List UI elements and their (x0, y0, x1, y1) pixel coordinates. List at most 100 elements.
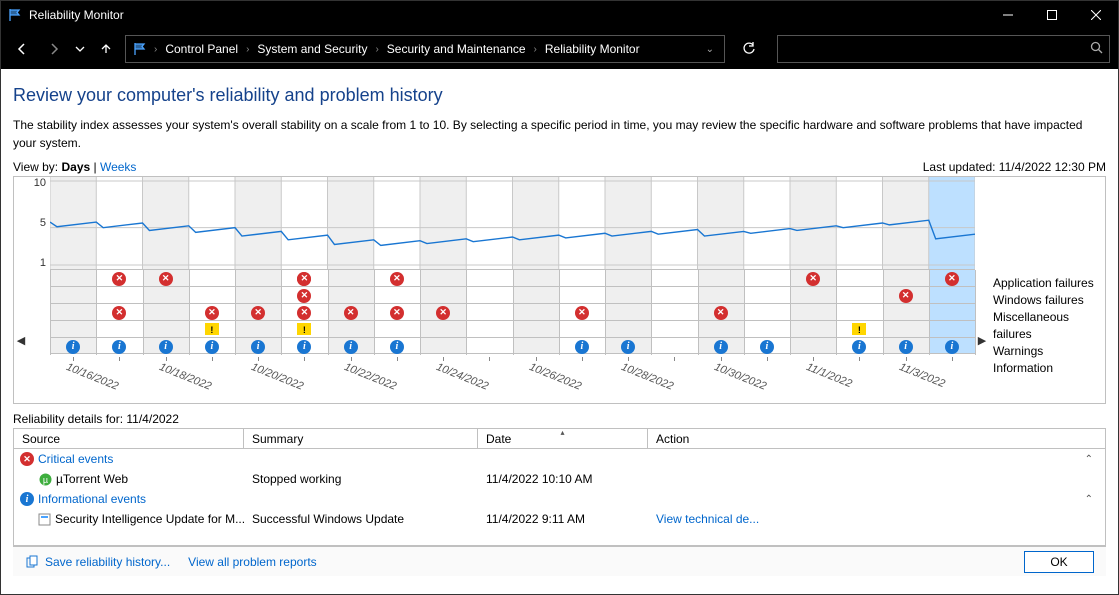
breadcrumb[interactable]: › Control Panel › System and Security › … (125, 35, 725, 63)
info-event-icon[interactable] (621, 340, 635, 354)
row-windows-failures (50, 286, 975, 303)
critical-event-icon[interactable] (899, 289, 913, 303)
crumb-control-panel[interactable]: Control Panel (163, 42, 240, 56)
info-event-icon[interactable] (390, 340, 404, 354)
view-row: View by: Days | Weeks Last updated: 11/4… (13, 160, 1106, 174)
cell-source: µTorrent Web (56, 472, 128, 486)
cell-date: 11/4/2022 10:10 AM (478, 472, 648, 486)
critical-event-icon[interactable] (112, 272, 126, 286)
app-flag-icon (7, 7, 23, 23)
breadcrumb-dropdown[interactable]: ⌄ (702, 44, 718, 55)
critical-event-icon[interactable] (297, 272, 311, 286)
info-event-icon[interactable] (251, 340, 265, 354)
info-event-icon[interactable] (297, 340, 311, 354)
col-action[interactable]: Action (648, 429, 1105, 448)
critical-event-icon[interactable] (436, 306, 450, 320)
page-description: The stability index assesses your system… (13, 116, 1106, 152)
svg-text:µ: µ (42, 475, 47, 485)
ok-button[interactable]: OK (1024, 551, 1094, 573)
info-event-icon[interactable] (852, 340, 866, 354)
col-date[interactable]: ▴ Date (478, 429, 648, 448)
date-label: 10/22/2022 (342, 361, 398, 393)
info-event-icon[interactable] (575, 340, 589, 354)
crumb-system-security[interactable]: System and Security (255, 42, 369, 56)
warning-event-icon[interactable]: ! (852, 323, 866, 335)
table-row[interactable]: µ µTorrent Web Stopped working 11/4/2022 … (14, 469, 1105, 489)
critical-event-icon[interactable] (390, 272, 404, 286)
info-event-icon[interactable] (205, 340, 219, 354)
critical-event-icon[interactable] (159, 272, 173, 286)
group-critical[interactable]: Critical events ⌃ (14, 449, 1105, 469)
table-row[interactable]: Security Intelligence Update for M... Su… (14, 509, 1105, 529)
critical-event-icon[interactable] (575, 306, 589, 320)
cell-source: Security Intelligence Update for M... (55, 512, 244, 526)
col-summary[interactable]: Summary (244, 429, 478, 448)
critical-event-icon[interactable] (714, 306, 728, 320)
warning-event-icon[interactable]: ! (297, 323, 311, 335)
info-event-icon[interactable] (159, 340, 173, 354)
up-button[interactable] (93, 36, 119, 62)
critical-event-icon[interactable] (390, 306, 404, 320)
legend-miscellaneous-failures: Miscellaneous failures (993, 309, 1101, 343)
critical-event-icon[interactable] (112, 306, 126, 320)
info-icon (20, 492, 34, 506)
chevron-right-icon: › (244, 44, 251, 55)
page-title: Review your computer's reliability and p… (13, 85, 1106, 106)
content: Review your computer's reliability and p… (1, 69, 1118, 594)
refresh-button[interactable] (735, 35, 763, 63)
maximize-button[interactable] (1030, 1, 1074, 29)
info-event-icon[interactable] (945, 340, 959, 354)
navbar: › Control Panel › System and Security › … (1, 29, 1118, 69)
row-information (50, 337, 975, 354)
warning-event-icon[interactable]: ! (205, 323, 219, 335)
cell-summary: Stopped working (244, 472, 478, 486)
critical-event-icon[interactable] (945, 272, 959, 286)
details-body[interactable]: Critical events ⌃ µ µTorrent Web Stopped w… (14, 449, 1105, 545)
critical-event-icon[interactable] (806, 272, 820, 286)
view-all-reports-link[interactable]: View all problem reports (188, 555, 317, 569)
search-input[interactable] (777, 35, 1110, 63)
forward-button[interactable] (41, 36, 67, 62)
group-info[interactable]: Informational events ⌃ (14, 489, 1105, 509)
titlebar: Reliability Monitor (1, 1, 1118, 29)
info-event-icon[interactable] (760, 340, 774, 354)
view-by-weeks[interactable]: Weeks (100, 160, 136, 174)
action-link[interactable]: View technical de... (656, 512, 759, 526)
ytick-5: 5 (40, 217, 46, 229)
view-by-label: View by: (13, 160, 58, 174)
chart-scroll-left[interactable]: ◀ (14, 177, 28, 403)
recent-button[interactable] (73, 36, 87, 62)
save-history-link[interactable]: Save reliability history... (45, 555, 170, 569)
group-title: Critical events (38, 452, 113, 466)
info-event-icon[interactable] (344, 340, 358, 354)
view-by-days[interactable]: Days (61, 160, 90, 174)
back-button[interactable] (9, 36, 35, 62)
chart-scroll-right[interactable]: ▶ (975, 177, 989, 403)
minimize-button[interactable] (986, 1, 1030, 29)
info-event-icon[interactable] (66, 340, 80, 354)
info-event-icon[interactable] (714, 340, 728, 354)
critical-event-icon[interactable] (344, 306, 358, 320)
collapse-icon[interactable]: ⌃ (1085, 454, 1093, 465)
critical-icon (20, 452, 34, 466)
breadcrumb-flag-icon (132, 41, 148, 57)
crumb-security-maintenance[interactable]: Security and Maintenance (385, 42, 528, 56)
critical-event-icon[interactable] (251, 306, 265, 320)
stability-chart[interactable] (50, 177, 975, 269)
critical-event-icon[interactable] (297, 289, 311, 303)
date-label: 10/16/2022 (65, 361, 121, 393)
crumb-reliability-monitor[interactable]: Reliability Monitor (543, 42, 642, 56)
date-label: 10/18/2022 (157, 361, 213, 393)
critical-event-icon[interactable] (205, 306, 219, 320)
footer: Save reliability history... View all pro… (13, 546, 1106, 576)
chevron-right-icon: › (152, 44, 159, 55)
close-button[interactable] (1074, 1, 1118, 29)
date-label: 10/30/2022 (712, 361, 768, 393)
critical-event-icon[interactable] (297, 306, 311, 320)
col-source[interactable]: Source (14, 429, 244, 448)
info-event-icon[interactable] (899, 340, 913, 354)
group-title: Informational events (38, 492, 146, 506)
collapse-icon[interactable]: ⌃ (1085, 494, 1093, 505)
search-icon (1090, 41, 1103, 57)
info-event-icon[interactable] (112, 340, 126, 354)
